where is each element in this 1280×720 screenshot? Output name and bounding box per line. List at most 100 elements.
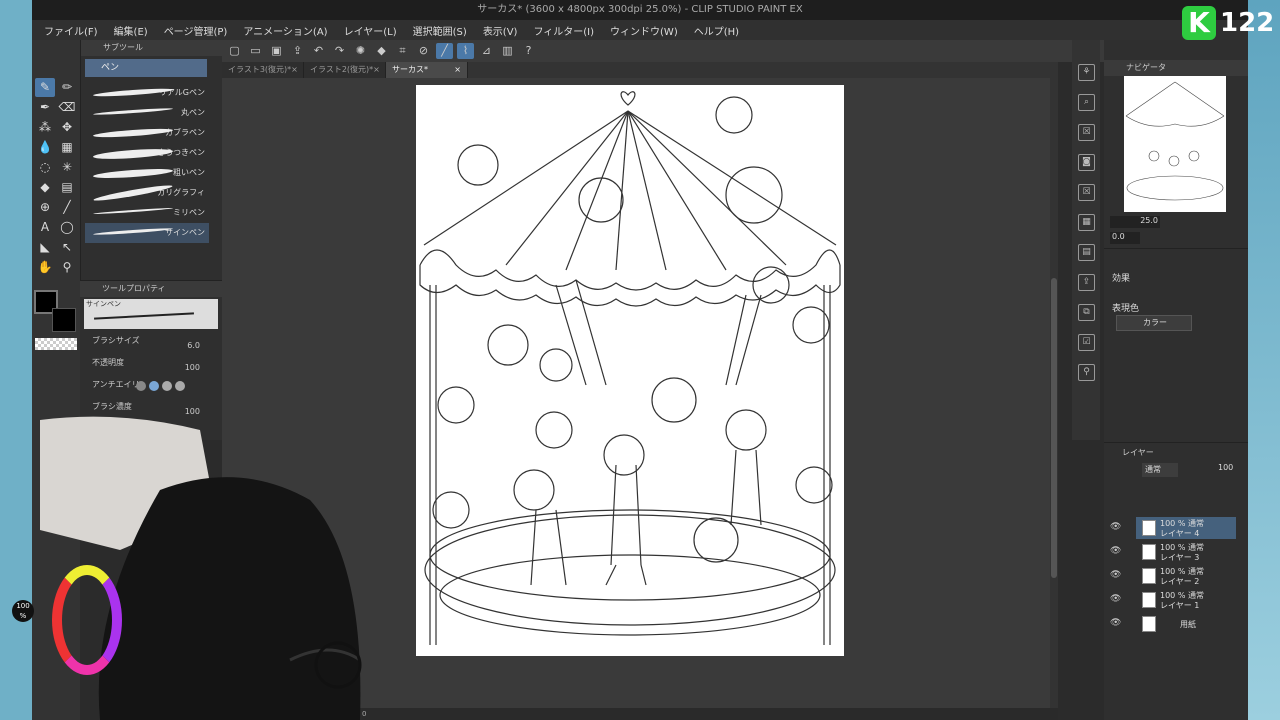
text-tool-icon[interactable]: A <box>35 218 55 237</box>
blend-mode-select[interactable]: 通常 <box>1142 463 1178 477</box>
menu-window[interactable]: ウィンドウ(W) <box>602 23 686 38</box>
close-icon[interactable]: × <box>373 62 380 78</box>
pencil-tool-icon[interactable]: ✏ <box>57 78 77 97</box>
vertical-scrollbar[interactable] <box>1050 78 1058 708</box>
panel-icon[interactable]: ☒ <box>1078 124 1095 141</box>
export-icon[interactable]: ⇪ <box>1078 274 1095 291</box>
close-icon[interactable]: × <box>291 62 298 78</box>
check-icon[interactable]: ☑ <box>1078 334 1095 351</box>
document-icon[interactable]: ▤ <box>1078 244 1095 261</box>
brush-item[interactable]: カブラペン <box>85 123 209 143</box>
open-icon[interactable]: ▭ <box>247 43 264 59</box>
fill-tool-icon[interactable]: ◆ <box>35 178 55 197</box>
menu-animation[interactable]: アニメーション(A) <box>235 23 335 38</box>
hand-tool-icon[interactable]: ✋ <box>35 258 55 277</box>
menu-help[interactable]: ヘルプ(H) <box>686 23 747 38</box>
camera-icon[interactable]: ◙ <box>1078 154 1095 171</box>
deselect-icon[interactable]: ⊘ <box>415 43 432 59</box>
transparent-color-swatch[interactable] <box>35 338 77 350</box>
fill-icon[interactable]: ◆ <box>373 43 390 59</box>
layer-row[interactable]: 👁 100 % 通常 レイヤー 1 <box>1104 589 1248 612</box>
layer-row[interactable]: 👁 100 % 通常 レイヤー 3 <box>1104 541 1248 564</box>
material-icon[interactable]: ⚘ <box>1078 64 1095 81</box>
sub-color-swatch[interactable] <box>52 308 76 332</box>
person-icon[interactable]: ⚲ <box>1078 364 1095 381</box>
figure-tool-icon[interactable]: ⊕ <box>35 198 55 217</box>
layer-row[interactable]: 👁 用紙 <box>1104 613 1248 636</box>
blend-tool-icon[interactable]: 💧 <box>35 138 55 157</box>
menu-page[interactable]: ページ管理(P) <box>156 23 236 38</box>
menu-layer[interactable]: レイヤー(L) <box>336 23 405 38</box>
brush-item[interactable]: ミリペン <box>85 203 209 223</box>
brush-item[interactable]: 粗いペン <box>85 163 209 183</box>
transform-icon[interactable]: ⌗ <box>394 43 411 59</box>
eye-icon[interactable]: 👁 <box>1110 570 1121 580</box>
lasso-tool-icon[interactable]: ◌ <box>35 158 55 177</box>
new-icon[interactable]: ▢ <box>226 43 243 59</box>
eye-icon[interactable]: 👁 <box>1110 618 1121 628</box>
menu-filter[interactable]: フィルター(I) <box>525 23 602 38</box>
close-icon[interactable]: × <box>454 62 461 78</box>
brush-item[interactable]: リアルGペン <box>85 83 209 103</box>
brush-item[interactable]: カリグラフィ <box>85 183 209 203</box>
eyedropper-tool-icon[interactable]: ⚲ <box>57 258 77 277</box>
scroll-thumb[interactable] <box>1051 278 1057 578</box>
opacity-value[interactable]: 100 <box>185 363 200 372</box>
tab-circus[interactable]: サーカス* × <box>386 62 468 78</box>
eye-icon[interactable]: 👁 <box>1110 594 1121 604</box>
color-wheel[interactable] <box>52 565 122 675</box>
effect-panel: 効果 表現色 カラー <box>1104 248 1248 442</box>
antialias-row[interactable]: アンチエイリ <box>80 375 222 397</box>
layer-row[interactable]: 👁 100 % 通常 レイヤー 2 <box>1104 565 1248 588</box>
brush-size-row[interactable]: ブラシサイズ 6.0 <box>80 331 222 353</box>
menu-file[interactable]: ファイル(F) <box>36 23 106 38</box>
canvas-paper[interactable] <box>416 85 844 656</box>
antialias-options[interactable] <box>136 381 185 391</box>
line-tool-icon[interactable]: ╱ <box>57 198 77 217</box>
layer-opacity-value[interactable]: 100 <box>1218 463 1233 472</box>
pen-tool-icon[interactable]: ✎ <box>35 78 55 97</box>
brush-item[interactable]: 丸ペン <box>85 103 209 123</box>
grid-icon[interactable]: ▦ <box>1078 214 1095 231</box>
snap-grid-icon[interactable]: ⊿ <box>478 43 495 59</box>
grid-tool-icon[interactable]: ▦ <box>57 138 77 157</box>
brush-item[interactable]: さらつきペン <box>85 143 209 163</box>
menu-selection[interactable]: 選択範囲(S) <box>405 23 475 38</box>
menu-view[interactable]: 表示(V) <box>475 23 526 38</box>
opacity-row[interactable]: 不透明度 100 <box>80 353 222 375</box>
eye-icon[interactable]: 👁 <box>1110 546 1121 556</box>
brush-size-value[interactable]: 6.0 <box>187 341 200 350</box>
object-tool-icon[interactable]: ↖ <box>57 238 77 257</box>
ruler-tool-icon[interactable]: ◣ <box>35 238 55 257</box>
eye-icon[interactable]: 👁 <box>1110 522 1121 532</box>
export-icon[interactable]: ⇪ <box>289 43 306 59</box>
balloon-tool-icon[interactable]: ◯ <box>57 218 77 237</box>
expression-color-select[interactable]: カラー <box>1116 315 1192 331</box>
brush-item-selected[interactable]: サインペン <box>85 223 209 243</box>
gradient-tool-icon[interactable]: ▤ <box>57 178 77 197</box>
redo-icon[interactable]: ↷ <box>331 43 348 59</box>
eraser-tool-icon[interactable]: ⌫ <box>57 98 77 117</box>
zoom-field[interactable]: 25.0 <box>1110 216 1160 228</box>
decoration-tool-icon[interactable]: ⁂ <box>35 118 55 137</box>
save-icon[interactable]: ▣ <box>268 43 285 59</box>
tab-illust2[interactable]: イラスト2(復元)* × <box>304 62 386 78</box>
settings-icon[interactable]: ▥ <box>499 43 516 59</box>
magic-wand-icon[interactable]: ✳ <box>57 158 77 177</box>
tab-illust3[interactable]: イラスト3(復元)* × <box>222 62 304 78</box>
snap-ruler-icon[interactable]: ╱ <box>436 43 453 59</box>
rotation-field[interactable]: 0.0 <box>1110 232 1140 244</box>
brush-tool-icon[interactable]: ✒ <box>35 98 55 117</box>
help-icon[interactable]: ? <box>520 43 537 59</box>
undo-icon[interactable]: ↶ <box>310 43 327 59</box>
search-icon[interactable]: ⌕ <box>1078 94 1095 111</box>
clear-icon[interactable]: ✺ <box>352 43 369 59</box>
subtool-group-pen[interactable]: ペン <box>85 59 207 77</box>
move-tool-icon[interactable]: ✥ <box>57 118 77 137</box>
layer-row[interactable]: 👁 100 % 通常 レイヤー 4 <box>1104 517 1248 540</box>
copy-icon[interactable]: ⧉ <box>1078 304 1095 321</box>
menu-edit[interactable]: 編集(E) <box>106 23 156 38</box>
panel-icon[interactable]: ☒ <box>1078 184 1095 201</box>
snap-special-ruler-icon[interactable]: ⌇ <box>457 43 474 59</box>
navigator-thumbnail[interactable] <box>1124 76 1226 212</box>
